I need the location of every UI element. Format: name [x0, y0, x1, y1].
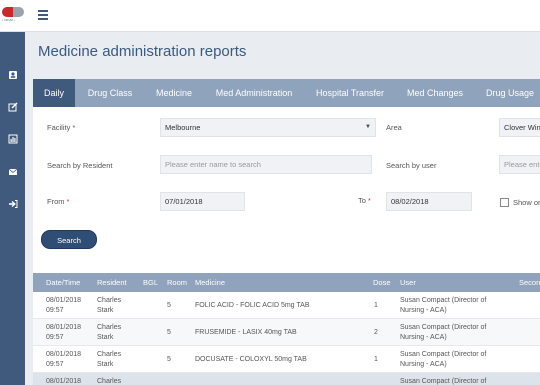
row-date: 08/01/2018 09:57 [46, 324, 82, 341]
row-dose: 2 [374, 329, 378, 336]
row-medicine: FOLIC ACID - FOLIC ACID 5mg TAB [195, 302, 310, 309]
required-marker: * [66, 199, 70, 206]
edit-icon[interactable] [7, 101, 18, 112]
sidebar [0, 32, 25, 385]
tab-drug-class[interactable]: Drug Class [81, 79, 139, 107]
col-dose[interactable]: Dose [373, 273, 391, 292]
table-header: Date/Time Resident BGL Room Medicine Dos… [33, 273, 540, 292]
sign-out-icon[interactable] [7, 198, 18, 209]
show-checkbox[interactable] [500, 198, 509, 207]
table-row[interactable]: 08/01/2018 Charles Susan Compact (Direct… [33, 373, 540, 385]
to-label: To * [358, 196, 371, 205]
row-user: Susan Compact (Director of Nursing - ACA) [400, 324, 487, 341]
row-user: Susan Compact (Director of Nursing - ACA) [400, 297, 487, 314]
tab-med-administration[interactable]: Med Administration [209, 79, 299, 107]
col-room[interactable]: Room [167, 273, 187, 292]
row-medicine: FRUSEMIDE - LASIX 40mg TAB [195, 329, 297, 336]
tab-daily[interactable]: Daily [33, 79, 75, 107]
row-resident: Charles Stark [97, 351, 122, 368]
resident-search-input[interactable]: Please enter name to search [160, 155, 372, 174]
col-medicine[interactable]: Medicine [195, 273, 225, 292]
row-dose: 1 [374, 356, 378, 363]
resident-search-label: Search by Resident [47, 161, 113, 170]
table-row[interactable]: 08/01/2018 09:57 Charles Stark 5 DOCUSATE … [33, 346, 540, 373]
row-room: 5 [167, 302, 171, 309]
facility-label: Facility * [47, 123, 76, 132]
col-second[interactable]: Secon [519, 273, 540, 292]
row-date: 08/01/2018 09:57 [46, 297, 82, 314]
area-label: Area [386, 123, 402, 132]
tab-hospital-transfer[interactable]: Hospital Transfer [309, 79, 391, 107]
user-search-label: Search by user [386, 161, 437, 170]
to-date-input[interactable]: 08/02/2018 [386, 192, 472, 211]
row-date: 08/01/2018 09:57 [46, 351, 82, 368]
tab-medicine[interactable]: Medicine [147, 79, 201, 107]
from-label: From * [47, 197, 70, 206]
chart-icon[interactable] [7, 133, 18, 144]
table-row[interactable]: 08/01/2018 09:57 Charles Stark 5 FRUSEMIDE… [33, 319, 540, 346]
row-room: 5 [167, 329, 171, 336]
report-tabs: Daily Drug Class Medicine Med Administra… [33, 79, 540, 107]
app-logo[interactable]: • CRUM • [2, 7, 24, 25]
tab-med-changes[interactable]: Med Changes [399, 79, 471, 107]
row-user: Susan Compact (Director of [400, 378, 487, 385]
required-marker: * [72, 125, 76, 132]
show-checkbox-label: Show or [513, 198, 540, 207]
caret-down-icon: ▼ [365, 124, 371, 130]
search-button[interactable]: Search [41, 230, 97, 249]
table-row[interactable]: 08/01/2018 09:57 Charles Stark 5 FOLIC ACI… [33, 292, 540, 319]
row-resident: Charles Stark [97, 324, 122, 341]
row-resident: Charles [97, 378, 122, 385]
area-select[interactable]: Clover Wing [499, 118, 540, 137]
col-resident[interactable]: Resident [97, 273, 127, 292]
col-user[interactable]: User [400, 273, 416, 292]
logo-text: • CRUM • [2, 18, 15, 22]
col-date-time[interactable]: Date/Time [46, 273, 80, 292]
row-dose: 1 [374, 302, 378, 309]
pill-logo-icon [2, 7, 24, 17]
row-resident: Charles Stark [97, 297, 122, 314]
facility-select[interactable]: Melbourne ▼ [160, 118, 376, 137]
user-search-input[interactable]: Please enter [499, 155, 540, 174]
menu-toggle-icon[interactable] [38, 10, 48, 20]
col-bgl[interactable]: BGL [143, 273, 158, 292]
report-panel: Daily Drug Class Medicine Med Administra… [33, 79, 540, 385]
row-date: 08/01/2018 [46, 378, 82, 385]
mail-icon[interactable] [7, 166, 18, 177]
tab-drug-usage[interactable]: Drug Usage [479, 79, 540, 107]
row-user: Susan Compact (Director of Nursing - ACA) [400, 351, 487, 368]
top-bar: • CRUM • [0, 0, 540, 32]
row-medicine: DOCUSATE - COLOXYL 50mg TAB [195, 356, 307, 363]
from-date-input[interactable]: 07/01/2018 [160, 192, 245, 211]
row-room: 5 [167, 356, 171, 363]
contact-card-icon[interactable] [7, 69, 18, 80]
required-marker: * [368, 198, 371, 205]
page-title: Medicine administration reports [38, 43, 247, 60]
